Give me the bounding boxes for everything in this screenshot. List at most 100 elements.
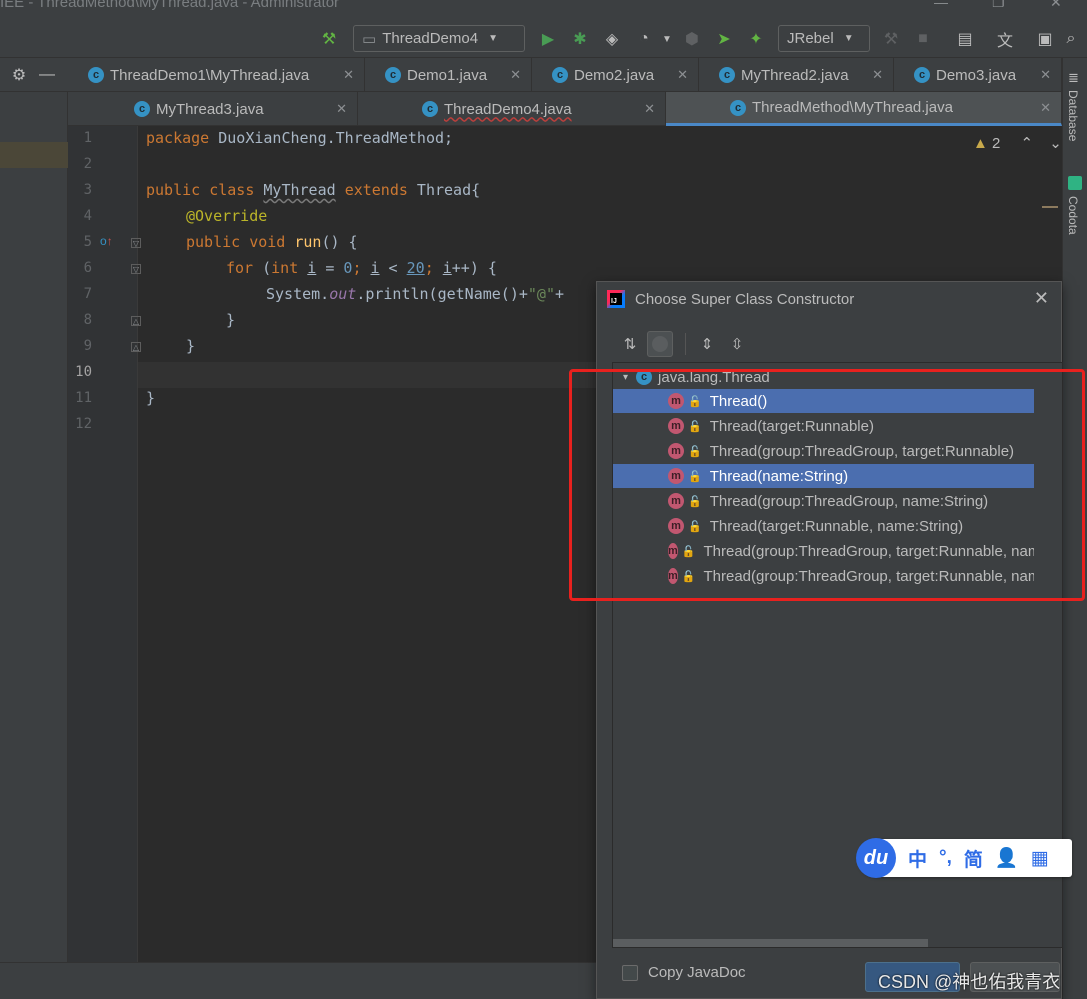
gear-icon[interactable]: ⚙: [8, 64, 30, 86]
close-icon[interactable]: ✕: [336, 101, 347, 117]
tab-threaddemo4[interactable]: c ThreadDemo4.java ✕: [358, 92, 666, 126]
copy-javadoc-label: Copy JavaDoc: [648, 964, 746, 981]
choose-super-constructor-dialog: IJ Choose Super Class Constructor ✕ ⇅ ⇕ …: [596, 281, 1063, 999]
line-number: 9: [83, 338, 92, 354]
ime-simplified[interactable]: 简: [964, 845, 983, 872]
codota-icon: [1068, 176, 1082, 190]
line-number: 8: [83, 312, 92, 328]
override-marker-icon[interactable]: o↑: [100, 234, 113, 248]
chevron-down-icon: ▼: [843, 33, 854, 44]
tab-demo3[interactable]: c Demo3.java ✕: [894, 58, 1062, 92]
intellij-logo-icon: IJ: [607, 290, 625, 308]
dialog-title: Choose Super Class Constructor: [635, 290, 855, 308]
constructor-item[interactable]: m 🔓 Thread(group:ThreadGroup, name:String…: [613, 489, 1034, 513]
close-icon[interactable]: ✕: [1034, 288, 1049, 309]
close-icon[interactable]: ✕: [1040, 100, 1051, 116]
copy-javadoc-checkbox[interactable]: [622, 964, 638, 981]
ide-window: IEE - ThreadMethod\MyThread.java - Admin…: [0, 0, 1087, 999]
warning-triangle-icon: ▲: [973, 135, 988, 152]
close-icon[interactable]: ✕: [677, 67, 688, 83]
minimize-button[interactable]: —: [934, 0, 948, 10]
translate-icon[interactable]: 文: [994, 28, 1016, 50]
chevron-down-icon[interactable]: ⌄: [1049, 135, 1062, 152]
fold-marker-icon[interactable]: △: [131, 342, 141, 352]
constructor-item[interactable]: m 🔓 Thread(target:Runnable, name:String): [613, 514, 1034, 538]
method-icon: m: [668, 443, 684, 459]
tree-root-class[interactable]: ▾ c java.lang.Thread: [613, 365, 1034, 389]
editor-tabs-row-2: c MyThread3.java ✕ c ThreadDemo4.java ✕ …: [68, 92, 1062, 126]
tab-mythread3[interactable]: c MyThread3.java ✕: [68, 92, 358, 126]
close-window-button[interactable]: ✕: [1050, 0, 1062, 11]
tab-demo1[interactable]: c Demo1.java ✕: [365, 58, 532, 92]
expand-all-icon[interactable]: ⇕: [694, 331, 720, 357]
line-number: 10: [75, 364, 92, 380]
constructor-item[interactable]: m 🔓 Thread(target:Runnable): [613, 414, 1034, 438]
constructor-item[interactable]: m 🔓 Thread(name:String): [613, 464, 1034, 488]
search-icon[interactable]: ⌕: [1060, 28, 1082, 50]
code-line: }: [146, 389, 156, 407]
class-icon: c: [636, 369, 653, 385]
fold-marker-icon[interactable]: ▽: [131, 264, 141, 274]
grid-menu-icon[interactable]: ▦: [1031, 847, 1049, 870]
stop-disabled-icon: ⬢: [685, 31, 699, 48]
code-line: package DuoXianCheng.ThreadMethod;: [146, 129, 454, 147]
maximize-button[interactable]: ❐: [992, 0, 1005, 11]
jrebel-run-icon[interactable]: ➤: [713, 28, 735, 50]
more-run-chevron-icon[interactable]: ▼: [656, 28, 678, 50]
line-number: 5: [83, 234, 92, 250]
method-icon: m: [668, 393, 684, 409]
close-icon[interactable]: ✕: [343, 67, 354, 83]
constructor-item[interactable]: m 🔓 Thread(): [613, 389, 1034, 413]
java-class-icon: c: [914, 67, 930, 83]
close-icon[interactable]: ✕: [644, 101, 655, 117]
ime-chinese-mode[interactable]: 中: [908, 845, 927, 872]
ime-punctuation[interactable]: °,: [939, 847, 952, 869]
debug-bug-icon[interactable]: ✱: [569, 28, 591, 50]
fold-marker-icon[interactable]: ▽: [131, 238, 141, 248]
constructor-item[interactable]: m 🔓 Thread(group:ThreadGroup, target:Runn…: [613, 564, 1034, 588]
run-icon[interactable]: ▶: [537, 28, 559, 50]
java-class-icon: c: [730, 99, 746, 116]
stop-square-icon: ■: [918, 30, 928, 47]
warning-count: 2: [992, 135, 1001, 152]
inspection-warnings[interactable]: ▲ 2 ⌃ ⌄: [973, 134, 1062, 152]
run-config-combo[interactable]: ▭ ThreadDemo4 ▼: [353, 25, 525, 52]
coverage-shield-icon[interactable]: ◈: [601, 28, 623, 50]
minus-icon[interactable]: —: [36, 64, 58, 86]
app-config-icon: ▭: [362, 30, 377, 48]
show-members-toggle-icon[interactable]: [647, 331, 673, 357]
tab-mythread2[interactable]: c MyThread2.java ✕: [699, 58, 894, 92]
chevron-up-icon[interactable]: ⌃: [1021, 135, 1034, 152]
sort-alpha-icon[interactable]: ⇅: [617, 331, 643, 357]
window-title: IEE - ThreadMethod\MyThread.java - Admin…: [0, 0, 340, 11]
copy-javadoc-option[interactable]: Copy JavaDoc: [622, 964, 746, 981]
tab-threaddemo1-mythread[interactable]: c ThreadDemo1\MyThread.java ✕: [68, 58, 365, 92]
constructor-item[interactable]: m 🔓 Thread(group:ThreadGroup, target:Runn…: [613, 539, 1034, 563]
editor-tabs-row-1: ⚙ — c ThreadDemo1\MyThread.java ✕ c Demo…: [0, 58, 1062, 92]
line-number: 12: [75, 416, 92, 432]
database-tool-button[interactable]: Database: [1066, 90, 1080, 141]
jrebel-debug-icon[interactable]: ✦: [745, 28, 767, 50]
close-icon[interactable]: ✕: [510, 67, 521, 83]
horizontal-scrollbar[interactable]: [613, 939, 928, 947]
build-hammer-icon[interactable]: ⚒: [318, 28, 340, 50]
collapse-all-icon[interactable]: ⇳: [724, 331, 750, 357]
profiler-icon[interactable]: ◔: [633, 28, 655, 50]
tab-threadmethod-mythread[interactable]: c ThreadMethod\MyThread.java ✕: [666, 92, 1062, 126]
tab-demo2[interactable]: c Demo2.java ✕: [532, 58, 699, 92]
codota-tool-button[interactable]: Codota: [1066, 196, 1080, 235]
database-icon: ≣: [1068, 70, 1079, 85]
close-icon[interactable]: ✕: [872, 67, 883, 83]
project-structure-icon[interactable]: ▤: [954, 28, 976, 50]
public-lock-icon: 🔓: [688, 395, 702, 408]
user-icon[interactable]: 👤: [995, 846, 1019, 870]
terminal-icon[interactable]: ▣: [1034, 28, 1056, 50]
public-lock-icon: 🔓: [688, 445, 702, 458]
baidu-ime-logo[interactable]: du: [856, 838, 896, 878]
constructor-item[interactable]: m 🔓 Thread(group:ThreadGroup, target:Runn…: [613, 439, 1034, 463]
fold-marker-icon[interactable]: △: [131, 316, 141, 326]
close-icon[interactable]: ✕: [1040, 67, 1051, 83]
jrebel-label: JRebel: [787, 30, 834, 47]
root-class-label: java.lang.Thread: [658, 368, 770, 386]
jrebel-combo[interactable]: JRebel ▼: [778, 25, 870, 52]
